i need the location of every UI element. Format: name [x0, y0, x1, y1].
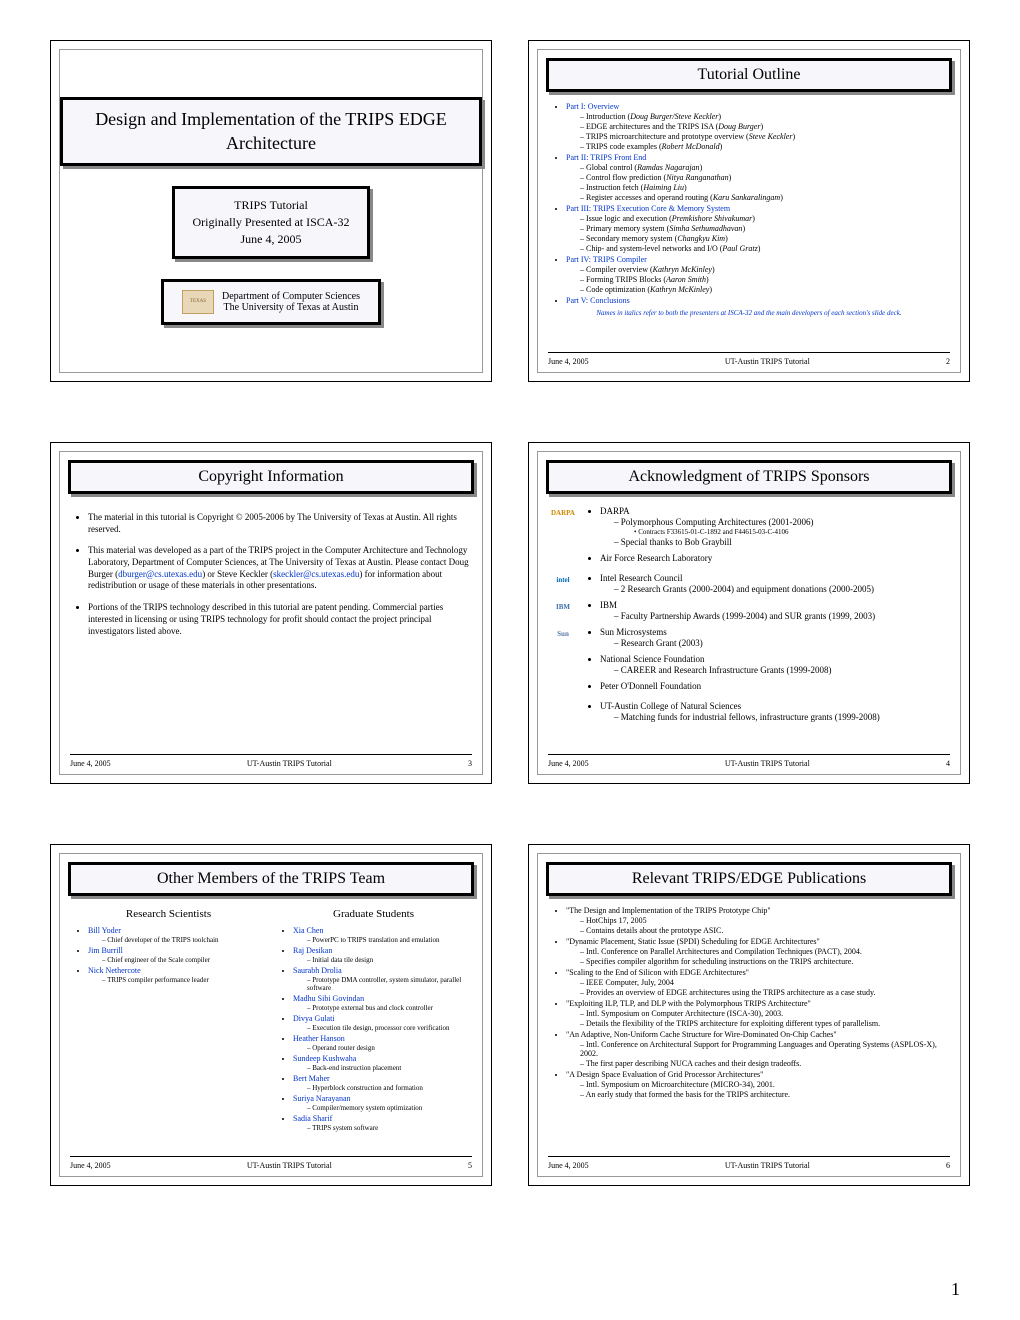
person-item: Bill YoderChief developer of the TRIPS t… [88, 926, 267, 944]
sponsor-name: Sun MicrosystemsResearch Grant (2003) [600, 627, 950, 648]
slide-footer: June 4, 2005UT-Austin TRIPS Tutorial2 [538, 355, 960, 372]
person-item: Sundeep KushwahaBack-end instruction pla… [293, 1054, 472, 1072]
slide-footer: June 4, 2005UT-Austin TRIPS Tutorial3 [60, 757, 482, 774]
slide-title: Copyright Information [68, 460, 474, 494]
sponsor-row: National Science FoundationCAREER and Re… [548, 652, 950, 677]
person-item: Raj DesikanInitial data tile design [293, 946, 472, 964]
sponsor-name: UT-Austin College of Natural SciencesMat… [600, 701, 950, 722]
sponsor-row: DARPA DARPAPolymorphous Computing Archite… [548, 504, 950, 549]
sponsor-row: Peter O'Donnell Foundation [548, 679, 950, 697]
handout-page: Design and Implementation of the TRIPS E… [0, 0, 1020, 1320]
sponsor-row: IBM IBMFaculty Partnership Awards (1999-2… [548, 598, 950, 623]
slide-3: Copyright Information The material in th… [50, 442, 492, 784]
slide-2: Tutorial Outline Part I: Overview Introd… [528, 40, 970, 382]
person-item: Madhu Sibi GovindanPrototype external bu… [293, 994, 472, 1012]
sponsor-logo-icon: Sun [548, 625, 578, 643]
person-item: Sadia SharifTRIPS system software [293, 1114, 472, 1132]
person-item: Nick NethercoteTRIPS compiler performanc… [88, 966, 267, 984]
person-item: Jim BurrillChief engineer of the Scale c… [88, 946, 267, 964]
slide-6: Relevant TRIPS/EDGE Publications "The De… [528, 844, 970, 1186]
slide-title: Tutorial Outline [546, 58, 952, 92]
sponsor-row: Sun Sun MicrosystemsResearch Grant (2003) [548, 625, 950, 650]
sponsor-logo-icon: IBM [548, 598, 578, 616]
slide-footer: June 4, 2005UT-Austin TRIPS Tutorial5 [60, 1159, 482, 1176]
slide-4: Acknowledgment of TRIPS Sponsors DARPADA… [528, 442, 970, 784]
slide-subtitle: TRIPS Tutorial Originally Presented at I… [172, 186, 371, 258]
department-block: TEXAS Department of Computer Sciences Th… [161, 279, 381, 325]
sponsor-name: Peter O'Donnell Foundation [600, 681, 950, 691]
slide-1: Design and Implementation of the TRIPS E… [50, 40, 492, 382]
publication-item: "An Adaptive, Non-Uniform Cache Structur… [566, 1030, 950, 1068]
publication-item: "A Design Space Evaluation of Grid Proce… [566, 1070, 950, 1099]
slide-footer: June 4, 2005UT-Austin TRIPS Tutorial4 [538, 757, 960, 774]
sponsor-name: Intel Research Council2 Research Grants … [600, 573, 950, 594]
slide-title: Acknowledgment of TRIPS Sponsors [546, 460, 952, 494]
page-number: 1 [951, 1279, 960, 1300]
person-item: Heather HansonOperand router design [293, 1034, 472, 1052]
slide-body: Part I: Overview Introduction (Doug Burg… [538, 96, 960, 350]
slide-body: Research Scientists Bill YoderChief deve… [60, 900, 482, 1154]
slide-row: Other Members of the TRIPS Team Research… [50, 844, 970, 1186]
person-item: Divya GulatiExecution tile design, proce… [293, 1014, 472, 1032]
sponsor-name: IBMFaculty Partnership Awards (1999-2004… [600, 600, 950, 621]
sponsor-logo-icon: DARPA [548, 504, 578, 522]
person-item: Suriya NarayananCompiler/memory system o… [293, 1094, 472, 1112]
sponsor-logo-icon [548, 679, 578, 697]
sponsor-logo-icon [548, 551, 578, 569]
slide-row: Copyright Information The material in th… [50, 442, 970, 784]
sponsor-logo-icon: intel [548, 571, 578, 589]
slide-title: Design and Implementation of the TRIPS E… [60, 97, 482, 166]
sponsor-name: National Science FoundationCAREER and Re… [600, 654, 950, 675]
publication-item: "Dynamic Placement, Static Issue (SPDI) … [566, 937, 950, 966]
person-item: Saurabh DroliaPrototype DMA controller, … [293, 966, 472, 992]
sponsor-logo-icon [548, 652, 578, 670]
sponsor-name: DARPAPolymorphous Computing Architecture… [600, 506, 950, 547]
sponsor-logo-icon [548, 699, 578, 717]
slide-title: Other Members of the TRIPS Team [68, 862, 474, 896]
italics-note: Names in italics refer to both the prese… [548, 309, 950, 317]
sponsor-row: UT-Austin College of Natural SciencesMat… [548, 699, 950, 724]
slide-footer: June 4, 2005UT-Austin TRIPS Tutorial6 [538, 1159, 960, 1176]
slide-body: "The Design and Implementation of the TR… [538, 900, 960, 1154]
sponsor-row: Air Force Research Laboratory [548, 551, 950, 569]
column-heading: Research Scientists [70, 908, 267, 920]
ut-seal-icon: TEXAS [182, 290, 214, 314]
publication-item: "Exploiting ILP, TLP, and DLP with the P… [566, 999, 950, 1028]
column-heading: Graduate Students [275, 908, 472, 920]
sponsor-row: intel Intel Research Council2 Research Gr… [548, 571, 950, 596]
publication-item: "Scaling to the End of Silicon with EDGE… [566, 968, 950, 997]
person-item: Xia ChenPowerPC to TRIPS translation and… [293, 926, 472, 944]
slide-body: The material in this tutorial is Copyrig… [60, 498, 482, 752]
publication-item: "The Design and Implementation of the TR… [566, 906, 950, 935]
sponsor-name: Air Force Research Laboratory [600, 553, 950, 563]
slide-title: Relevant TRIPS/EDGE Publications [546, 862, 952, 896]
slide-body: DARPA DARPAPolymorphous Computing Archite… [538, 498, 960, 752]
person-item: Bert MaherHyperblock construction and fo… [293, 1074, 472, 1092]
slide-5: Other Members of the TRIPS Team Research… [50, 844, 492, 1186]
slide-row: Design and Implementation of the TRIPS E… [50, 40, 970, 382]
